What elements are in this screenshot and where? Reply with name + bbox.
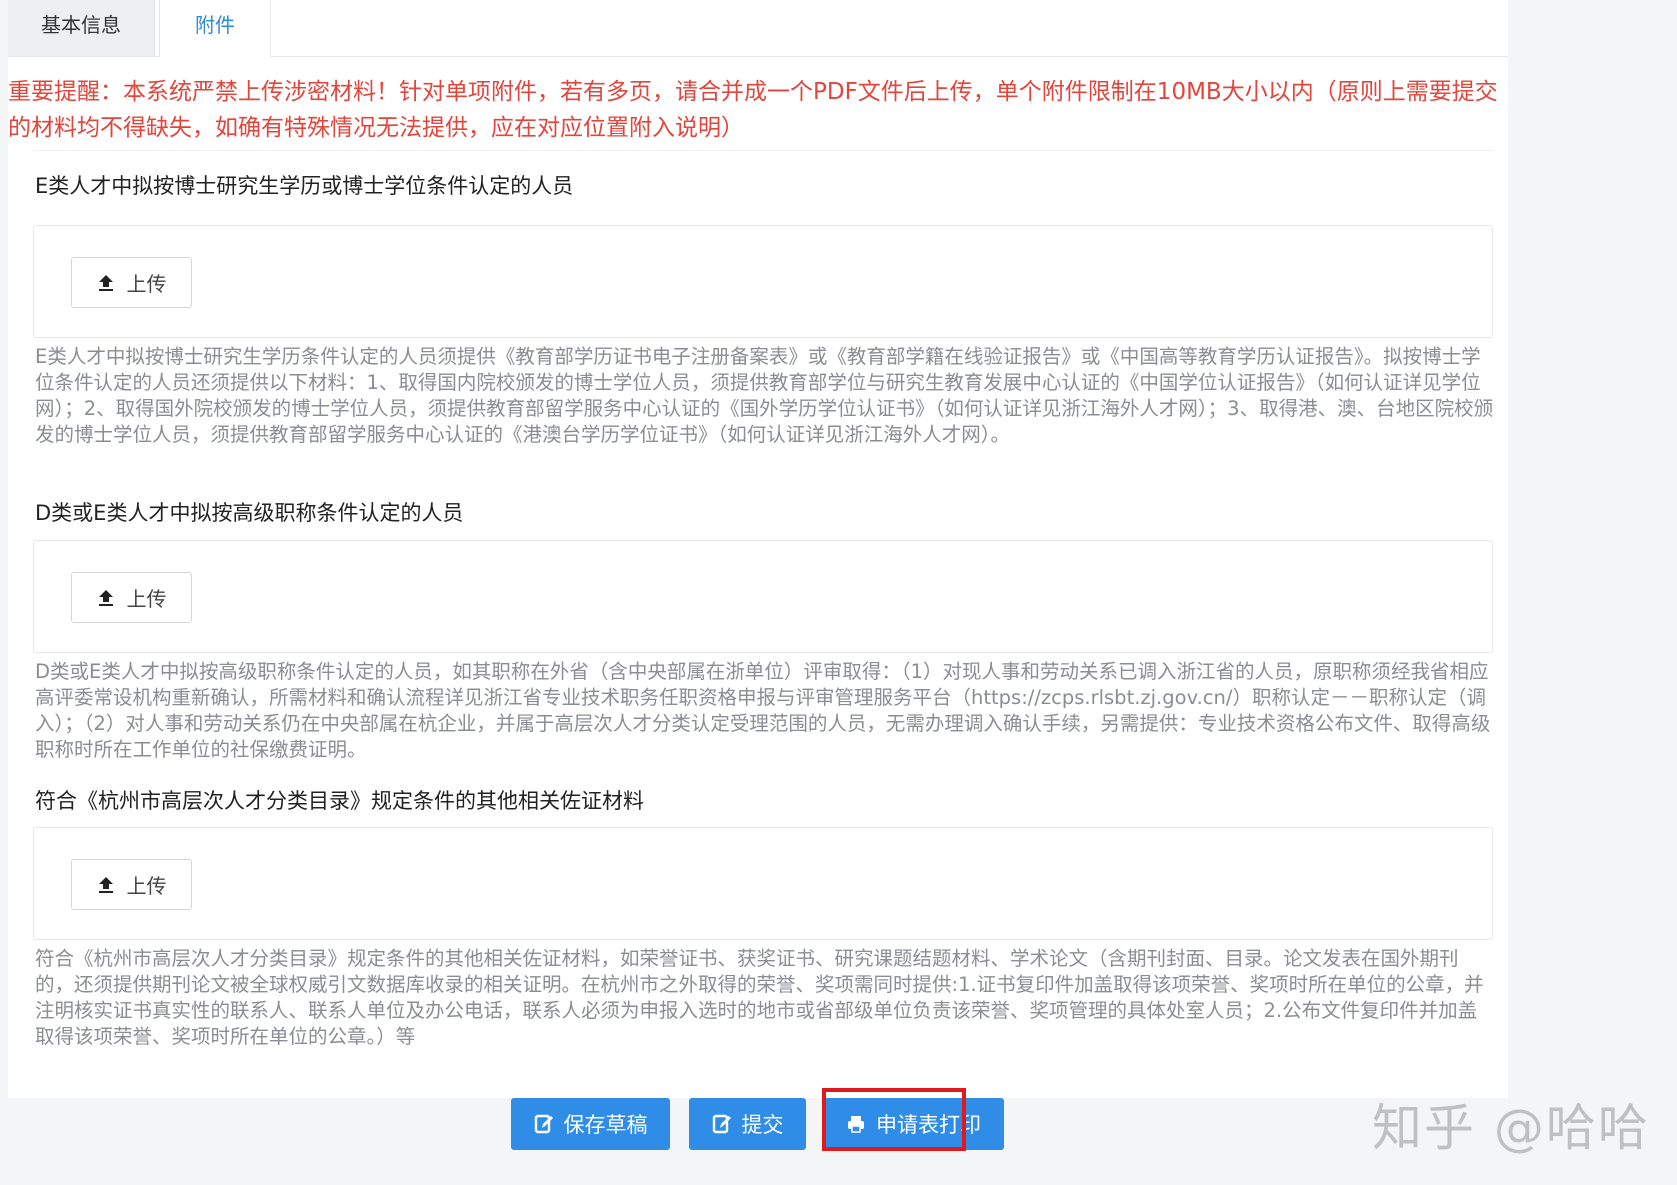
section-description-doctorate: E类人才中拟按博士研究生学历条件认定的人员须提供《教育部学历证书电子注册备案表》…	[35, 345, 1494, 446]
highlight-annotation	[822, 1088, 966, 1151]
tab-bar: 基本信息 附件	[8, 0, 1508, 57]
upload-area-senior-title: 上传	[33, 540, 1493, 653]
submit-label: 提交	[741, 1113, 784, 1137]
tab-basic-info[interactable]: 基本信息	[8, 0, 155, 56]
tab-attachments[interactable]: 附件	[159, 0, 271, 57]
section-description-senior-title: D类或E类人才中拟按高级职称条件认定的人员，如其职称在外省（含中央部属在浙单位）…	[35, 660, 1491, 761]
upload-button-doctorate[interactable]: 上传	[71, 257, 192, 308]
attachment-panel: 基本信息 附件 重要提醒：本系统严禁上传涉密材料！针对单项附件，若有多页，请合并…	[8, 0, 1508, 1098]
divider	[33, 150, 1493, 151]
upload-icon	[98, 274, 113, 291]
upload-icon	[98, 876, 113, 893]
important-notice: 重要提醒：本系统严禁上传涉密材料！针对单项附件，若有多页，请合并成一个PDF文件…	[8, 79, 1498, 141]
upload-button-label: 上传	[126, 272, 167, 296]
save-draft-button[interactable]: 保存草稿	[511, 1098, 670, 1150]
upload-area-other-evidence: 上传	[33, 827, 1493, 940]
section-description-other-evidence: 符合《杭州市高层次人才分类目录》规定条件的其他相关佐证材料，如荣誉证书、获奖证书…	[35, 947, 1484, 1048]
upload-button-other-evidence[interactable]: 上传	[71, 859, 192, 910]
save-draft-label: 保存草稿	[563, 1113, 648, 1137]
upload-button-senior-title[interactable]: 上传	[71, 572, 192, 623]
submit-button[interactable]: 提交	[689, 1098, 806, 1150]
watermark: 知乎 @哈哈	[1372, 1099, 1650, 1157]
upload-area-doctorate: 上传	[33, 225, 1493, 338]
edit-icon	[534, 1114, 553, 1134]
section-title-other-evidence: 符合《杭州市高层次人才分类目录》规定条件的其他相关佐证材料	[35, 789, 644, 813]
upload-button-label: 上传	[126, 587, 167, 611]
section-title-senior-title: D类或E类人才中拟按高级职称条件认定的人员	[35, 501, 464, 525]
edit-icon	[712, 1114, 731, 1134]
section-title-doctorate: E类人才中拟按博士研究生学历或博士学位条件认定的人员	[35, 174, 574, 198]
upload-icon	[98, 589, 113, 606]
upload-button-label: 上传	[126, 874, 167, 898]
